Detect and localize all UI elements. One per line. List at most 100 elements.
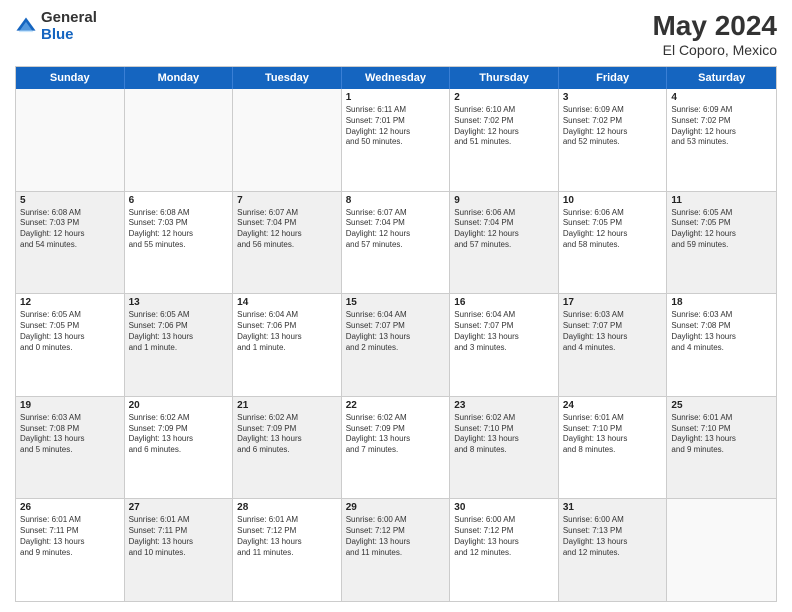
calendar-cell-empty (233, 89, 342, 191)
calendar-cell-day-20: 20Sunrise: 6:02 AMSunset: 7:09 PMDayligh… (125, 397, 234, 499)
cell-info-text: Sunrise: 6:03 AMSunset: 7:08 PMDaylight:… (671, 310, 772, 353)
calendar-cell-day-13: 13Sunrise: 6:05 AMSunset: 7:06 PMDayligh… (125, 294, 234, 396)
day-number: 11 (671, 195, 772, 206)
calendar-cell-day-28: 28Sunrise: 6:01 AMSunset: 7:12 PMDayligh… (233, 499, 342, 601)
calendar-cell-day-12: 12 Sunrise: 6:05 AMSunset: 7:05 PMDayligh… (16, 294, 125, 396)
cell-info-text: Sunrise: 6:09 AMSunset: 7:02 PMDaylight:… (563, 105, 663, 148)
day-number: 23 (454, 400, 554, 411)
day-number: 24 (563, 400, 663, 411)
calendar-cell-day-24: 24 Sunrise: 6:01 AMSunset: 7:10 PMDayligh… (559, 397, 668, 499)
cell-info-text: Sunrise: 6:08 AMSunset: 7:03 PMDaylight:… (129, 208, 229, 251)
calendar-cell-day-22: 22 Sunrise: 6:02 AMSunset: 7:09 PMDayligh… (342, 397, 451, 499)
day-number: 22 (346, 400, 446, 411)
calendar-cell-day-8: 8Sunrise: 6:07 AMSunset: 7:04 PMDaylight… (342, 192, 451, 294)
cell-info-text: Sunrise: 6:01 AMSunset: 7:11 PMDaylight:… (20, 515, 120, 558)
weekday-header-tuesday: Tuesday (233, 67, 342, 89)
cell-info-text: Sunrise: 6:06 AMSunset: 7:05 PMDaylight:… (563, 208, 663, 251)
cell-info-text: Sunrise: 6:07 AMSunset: 7:04 PMDaylight:… (237, 208, 337, 251)
day-number: 31 (563, 502, 663, 513)
cell-info-text: Sunrise: 6:06 AMSunset: 7:04 PMDaylight:… (454, 208, 554, 251)
calendar-cell-day-25: 25Sunrise: 6:01 AMSunset: 7:10 PMDayligh… (667, 397, 776, 499)
calendar-cell-empty (667, 499, 776, 601)
cell-info-text: Sunrise: 6:04 AMSunset: 7:07 PMDaylight:… (346, 310, 446, 353)
calendar-row-2: 12 Sunrise: 6:05 AMSunset: 7:05 PMDayligh… (16, 294, 776, 397)
logo-text: General Blue (41, 10, 97, 43)
cell-info-text: Sunrise: 6:02 AMSunset: 7:10 PMDaylight:… (454, 413, 554, 456)
weekday-header-sunday: Sunday (16, 67, 125, 89)
header: General Blue May 2024 El Coporo, Mexico (15, 10, 777, 58)
calendar-cell-day-3: 3 Sunrise: 6:09 AMSunset: 7:02 PMDaylight… (559, 89, 668, 191)
calendar: SundayMondayTuesdayWednesdayThursdayFrid… (15, 66, 777, 602)
cell-info-text: Sunrise: 6:02 AMSunset: 7:09 PMDaylight:… (237, 413, 337, 456)
day-number: 4 (671, 92, 772, 103)
calendar-cell-day-30: 30Sunrise: 6:00 AMSunset: 7:12 PMDayligh… (450, 499, 559, 601)
cell-info-text: Sunrise: 6:11 AMSunset: 7:01 PMDaylight:… (346, 105, 446, 148)
cell-info-text: Sunrise: 6:09 AMSunset: 7:02 PMDaylight:… (671, 105, 772, 148)
calendar-row-3: 19 Sunrise: 6:03 AMSunset: 7:08 PMDayligh… (16, 397, 776, 500)
day-number: 20 (129, 400, 229, 411)
calendar-cell-day-10: 10Sunrise: 6:06 AMSunset: 7:05 PMDayligh… (559, 192, 668, 294)
calendar-cell-day-29: 29Sunrise: 6:00 AMSunset: 7:12 PMDayligh… (342, 499, 451, 601)
calendar-body: 1Sunrise: 6:11 AMSunset: 7:01 PMDaylight… (16, 89, 776, 601)
day-number: 14 (237, 297, 337, 308)
cell-info-text: Sunrise: 6:03 AMSunset: 7:08 PMDaylight:… (20, 413, 120, 456)
day-number: 26 (20, 502, 120, 513)
day-number: 16 (454, 297, 554, 308)
cell-info-text: Sunrise: 6:05 AMSunset: 7:05 PMDaylight:… (671, 208, 772, 251)
cell-info-text: Sunrise: 6:10 AMSunset: 7:02 PMDaylight:… (454, 105, 554, 148)
day-number: 21 (237, 400, 337, 411)
calendar-cell-day-1: 1Sunrise: 6:11 AMSunset: 7:01 PMDaylight… (342, 89, 451, 191)
day-number: 6 (129, 195, 229, 206)
day-number: 13 (129, 297, 229, 308)
calendar-cell-day-27: 27Sunrise: 6:01 AMSunset: 7:11 PMDayligh… (125, 499, 234, 601)
logo-icon (15, 16, 37, 38)
calendar-cell-empty (125, 89, 234, 191)
cell-info-text: Sunrise: 6:00 AMSunset: 7:13 PMDaylight:… (563, 515, 663, 558)
calendar-cell-day-26: 26 Sunrise: 6:01 AMSunset: 7:11 PMDayligh… (16, 499, 125, 601)
day-number: 7 (237, 195, 337, 206)
day-number: 5 (20, 195, 120, 206)
calendar-cell-day-15: 15 Sunrise: 6:04 AMSunset: 7:07 PMDayligh… (342, 294, 451, 396)
weekday-header-saturday: Saturday (667, 67, 776, 89)
calendar-row-4: 26 Sunrise: 6:01 AMSunset: 7:11 PMDayligh… (16, 499, 776, 601)
weekday-header-wednesday: Wednesday (342, 67, 451, 89)
day-number: 12 (20, 297, 120, 308)
cell-info-text: Sunrise: 6:07 AMSunset: 7:04 PMDaylight:… (346, 208, 446, 251)
day-number: 3 (563, 92, 663, 103)
calendar-cell-day-31: 31 Sunrise: 6:00 AMSunset: 7:13 PMDayligh… (559, 499, 668, 601)
cell-info-text: Sunrise: 6:02 AMSunset: 7:09 PMDaylight:… (346, 413, 446, 456)
cell-info-text: Sunrise: 6:04 AMSunset: 7:06 PMDaylight:… (237, 310, 337, 353)
calendar-cell-day-23: 23 Sunrise: 6:02 AMSunset: 7:10 PMDayligh… (450, 397, 559, 499)
title-block: May 2024 El Coporo, Mexico (652, 10, 777, 58)
calendar-cell-day-19: 19 Sunrise: 6:03 AMSunset: 7:08 PMDayligh… (16, 397, 125, 499)
logo-blue-text: Blue (41, 27, 97, 44)
calendar-row-0: 1Sunrise: 6:11 AMSunset: 7:01 PMDaylight… (16, 89, 776, 192)
logo-general-text: General (41, 10, 97, 27)
day-number: 19 (20, 400, 120, 411)
calendar-cell-day-14: 14 Sunrise: 6:04 AMSunset: 7:06 PMDayligh… (233, 294, 342, 396)
cell-info-text: Sunrise: 6:03 AMSunset: 7:07 PMDaylight:… (563, 310, 663, 353)
logo: General Blue (15, 10, 97, 43)
cell-info-text: Sunrise: 6:05 AMSunset: 7:05 PMDaylight:… (20, 310, 120, 353)
day-number: 18 (671, 297, 772, 308)
calendar-row-1: 5 Sunrise: 6:08 AMSunset: 7:03 PMDaylight… (16, 192, 776, 295)
day-number: 15 (346, 297, 446, 308)
calendar-page: General Blue May 2024 El Coporo, Mexico … (0, 0, 792, 612)
calendar-cell-day-9: 9Sunrise: 6:06 AMSunset: 7:04 PMDaylight… (450, 192, 559, 294)
weekday-header-monday: Monday (125, 67, 234, 89)
calendar-cell-day-2: 2Sunrise: 6:10 AMSunset: 7:02 PMDaylight… (450, 89, 559, 191)
calendar-header: SundayMondayTuesdayWednesdayThursdayFrid… (16, 67, 776, 89)
cell-info-text: Sunrise: 6:00 AMSunset: 7:12 PMDaylight:… (346, 515, 446, 558)
subtitle: El Coporo, Mexico (652, 42, 777, 58)
cell-info-text: Sunrise: 6:04 AMSunset: 7:07 PMDaylight:… (454, 310, 554, 353)
cell-info-text: Sunrise: 6:00 AMSunset: 7:12 PMDaylight:… (454, 515, 554, 558)
calendar-cell-day-16: 16 Sunrise: 6:04 AMSunset: 7:07 PMDayligh… (450, 294, 559, 396)
cell-info-text: Sunrise: 6:01 AMSunset: 7:11 PMDaylight:… (129, 515, 229, 558)
weekday-header-friday: Friday (559, 67, 668, 89)
calendar-cell-day-4: 4 Sunrise: 6:09 AMSunset: 7:02 PMDaylight… (667, 89, 776, 191)
cell-info-text: Sunrise: 6:01 AMSunset: 7:10 PMDaylight:… (563, 413, 663, 456)
calendar-cell-day-11: 11 Sunrise: 6:05 AMSunset: 7:05 PMDayligh… (667, 192, 776, 294)
day-number: 25 (671, 400, 772, 411)
day-number: 17 (563, 297, 663, 308)
calendar-cell-day-6: 6 Sunrise: 6:08 AMSunset: 7:03 PMDaylight… (125, 192, 234, 294)
